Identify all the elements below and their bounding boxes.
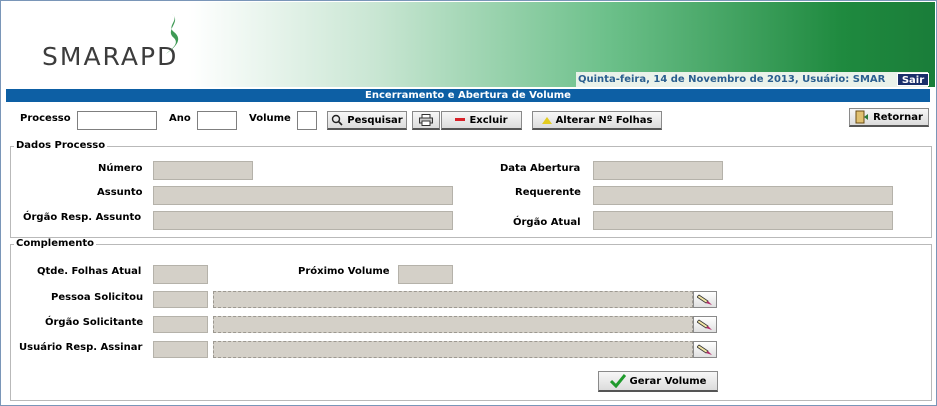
alterar-label: Alterar Nº Folhas [555,114,653,126]
user-info: Quinta-feira, 14 de Novembro de 2013, Us… [576,72,928,87]
retornar-button[interactable]: Retornar [849,108,929,127]
numero-field [153,161,253,180]
retornar-label: Retornar [873,111,923,123]
numero-label: Número [98,163,143,174]
volume-label: Volume [249,113,291,124]
assunto-field [153,186,453,205]
assunto-label: Assunto [97,187,143,198]
orgao-solicitante-name-field [213,316,693,333]
proximo-volume-field [398,265,453,284]
complemento-legend: Complemento [14,238,96,249]
requerente-label: Requerente [515,187,581,198]
ano-input[interactable] [197,111,237,130]
qtde-folhas-field [153,265,208,284]
usuario-lookup-button[interactable] [693,341,717,358]
orgao-resp-label: Órgão Resp. Assunto [23,212,142,223]
proximo-volume-label: Próximo Volume [298,266,390,277]
lookup-pencil-icon [697,293,712,305]
logo-text: SMARAPD [42,42,179,71]
qtde-folhas-label: Qtde. Folhas Atual [37,266,142,277]
leaf-logo-icon [166,14,179,54]
orgao-solicitante-label: Órgão Solicitante [45,317,144,328]
orgao-atual-label: Órgão Atual [513,217,581,228]
pessoa-lookup-button[interactable] [693,291,717,308]
lookup-pencil-icon [697,318,712,330]
usuario-name-field [213,341,693,358]
pessoa-code-field [153,291,208,308]
alterar-folhas-button[interactable]: Alterar Nº Folhas [532,111,662,130]
orgao-solicitante-code-field [153,316,208,333]
pessoa-solicitou-label: Pessoa Solicitou [51,292,144,303]
excluir-button[interactable]: Excluir [441,111,522,130]
dados-processo-legend: Dados Processo [14,140,108,151]
data-abertura-label: Data Abertura [500,163,581,174]
ano-label: Ano [169,113,191,124]
gerar-volume-button[interactable]: Gerar Volume [598,371,718,392]
excluir-label: Excluir [469,114,508,126]
lookup-pencil-icon [697,343,712,355]
pessoa-name-field [213,291,693,308]
exit-door-icon [855,110,869,124]
magnifier-icon [332,114,343,126]
volume-input[interactable] [297,111,317,130]
requerente-field [593,186,893,205]
processo-input[interactable] [77,111,157,130]
usuario-resp-label: Usuário Resp. Assinar [19,342,143,353]
processo-label: Processo [20,113,71,124]
gerar-volume-label: Gerar Volume [629,375,707,387]
printer-icon [419,114,433,126]
data-abertura-field [593,161,723,180]
triangle-up-icon [541,116,552,124]
checkmark-icon [609,374,626,388]
logout-button[interactable]: Sair [897,73,929,86]
pesquisar-label: Pesquisar [347,114,403,126]
usuario-code-field [153,341,208,358]
pesquisar-button[interactable]: Pesquisar [327,111,407,130]
print-button[interactable] [412,111,440,130]
page-title: Encerramento e Abertura de Volume [6,89,930,102]
orgao-resp-field [153,211,453,230]
minus-icon [455,118,466,121]
orgao-atual-field [593,211,893,230]
orgao-solicitante-lookup-button[interactable] [693,316,717,333]
